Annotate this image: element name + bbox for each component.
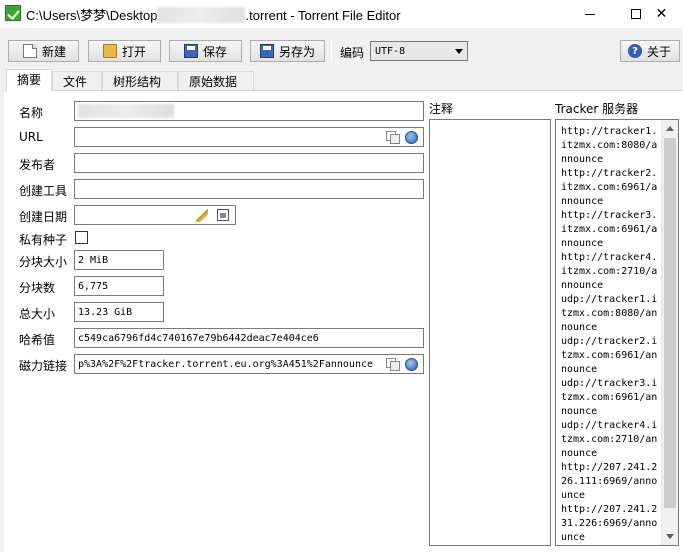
magnet-label: 磁力链接 [19, 359, 68, 373]
created-date-field[interactable] [74, 205, 236, 225]
scroll-up-icon[interactable] [666, 126, 674, 131]
copy-icon [386, 358, 400, 371]
tracker-item: http://tracker4.itzmx.com:2710/announce [561, 252, 658, 291]
open-button-label: 打开 [122, 44, 147, 59]
tracker-item: http://207.241.226.111:6969/announce [561, 462, 658, 501]
about-button-label: 关于 [647, 44, 672, 59]
redacted-name [78, 104, 174, 118]
tab-tree[interactable]: 树形结构 [102, 71, 178, 90]
chevron-down-icon [455, 49, 463, 54]
name-label: 名称 [19, 106, 44, 120]
open-url-button[interactable] [403, 129, 420, 145]
copy-icon [386, 131, 400, 144]
scroll-down-icon[interactable] [666, 534, 674, 539]
encoding-select[interactable]: UTF-8 [370, 41, 468, 61]
piece-size-field[interactable]: 2 MiB [74, 250, 164, 270]
pieces-value: 6,775 [78, 280, 109, 292]
total-size-value: 13.23 GiB [78, 306, 133, 318]
total-size-field[interactable]: 13.23 GiB [74, 302, 164, 322]
minimize-button[interactable] [567, 0, 613, 28]
scroll-thumb[interactable] [664, 138, 676, 508]
minimize-icon [585, 13, 595, 15]
notes-label: 注释 [429, 102, 454, 116]
help-icon: ? [628, 44, 642, 58]
tracker-item: http://207.241.231.226:6969/announce [561, 504, 658, 543]
title-path: C:\Users\梦梦\Desktop [26, 8, 158, 23]
tracker-item: http://tracker3.itzmx.com:6961/announce [561, 210, 658, 249]
tab-raw-data[interactable]: 原始数据 [178, 71, 254, 90]
save-as-button[interactable]: 另存为 [250, 40, 325, 62]
tracker-item: udp://tracker3.itzmx.com:6961/announce [561, 378, 658, 417]
close-icon: ✕ [655, 6, 668, 22]
folder-open-icon [103, 44, 117, 58]
trackers-label: Tracker 服务器 [555, 102, 639, 116]
copy-magnet-button[interactable] [384, 356, 401, 372]
private-checkbox[interactable] [75, 231, 88, 244]
hash-label: 哈希值 [19, 333, 56, 347]
pieces-field[interactable]: 6,775 [74, 276, 164, 296]
trackers-textarea[interactable]: http://tracker1.itzmx.com:8080/announce … [555, 119, 679, 546]
pieces-label: 分块数 [19, 281, 56, 295]
about-button[interactable]: ? 关于 [620, 40, 680, 62]
title-bar: C:\Users\梦梦\Desktop .torrent - Torrent Fi… [0, 0, 683, 28]
notes-textarea[interactable] [429, 119, 551, 546]
globe-icon [405, 357, 418, 371]
window-title: C:\Users\梦梦\Desktop .torrent - Torrent Fi… [26, 5, 401, 24]
new-button[interactable]: 新建 [8, 40, 79, 62]
tracker-item: udp://tracker4.itzmx.com:2710/announce [561, 420, 658, 459]
created-by-label: 创建工具 [19, 184, 68, 198]
piece-size-value: 2 MiB [78, 254, 109, 266]
url-field[interactable] [74, 127, 424, 147]
piece-size-label: 分块大小 [19, 255, 68, 269]
tracker-item: udp://tracker1.itzmx.com:8080/announce [561, 294, 658, 333]
tab-files[interactable]: 文件 [52, 71, 102, 90]
created-date-label: 创建日期 [19, 210, 68, 224]
open-button[interactable]: 打开 [88, 40, 161, 62]
calendar-icon [216, 209, 229, 221]
open-magnet-button[interactable] [403, 356, 420, 372]
tracker-item: http://tracker2.itzmx.com:6961/announce [561, 168, 658, 207]
redacted-filename [157, 7, 246, 23]
publisher-label: 发布者 [19, 158, 56, 172]
close-button[interactable]: ✕ [640, 0, 683, 28]
app-icon [5, 5, 21, 21]
save-icon [184, 44, 198, 58]
clear-date-button[interactable] [193, 207, 210, 223]
save-as-button-label: 另存为 [279, 44, 316, 59]
globe-icon [405, 130, 418, 144]
save-button-label: 保存 [203, 44, 228, 59]
magnet-field[interactable]: p%3A%2F%2Ftracker.torrent.eu.org%3A451%2… [74, 354, 424, 374]
trackers-scrollbar[interactable] [661, 120, 678, 545]
new-button-label: 新建 [42, 44, 67, 59]
name-field[interactable] [74, 101, 424, 121]
save-button[interactable]: 保存 [169, 40, 242, 62]
save-as-icon [260, 44, 274, 58]
new-file-icon [23, 44, 37, 58]
encoding-value: UTF-8 [375, 45, 406, 57]
url-label: URL [19, 130, 43, 144]
copy-url-button[interactable] [384, 129, 401, 145]
tracker-item: udp://tracker2.itzmx.com:6961/announce [561, 336, 658, 375]
tracker-item: http://tracker1.itzmx.com:8080/announce [561, 126, 658, 165]
encoding-label: 编码 [340, 46, 365, 60]
pick-date-button[interactable] [214, 207, 231, 223]
hash-value: c549ca6796fd4c740167e79b6442deac7e404ce6 [78, 332, 319, 344]
total-size-label: 总大小 [19, 307, 56, 321]
hash-field[interactable]: c549ca6796fd4c740167e79b6442deac7e404ce6 [74, 328, 424, 348]
magnet-value: p%3A%2F%2Ftracker.torrent.eu.org%3A451%2… [78, 358, 374, 370]
tracker-list: http://tracker1.itzmx.com:8080/announce … [561, 125, 659, 545]
publisher-field[interactable] [74, 153, 424, 173]
title-suffix: .torrent - Torrent File Editor [245, 8, 401, 23]
tab-summary[interactable]: 摘要 [6, 69, 52, 91]
toolbar-separator [331, 40, 332, 62]
broom-icon [195, 208, 208, 222]
created-by-field[interactable] [74, 179, 424, 199]
private-label: 私有种子 [19, 233, 68, 247]
